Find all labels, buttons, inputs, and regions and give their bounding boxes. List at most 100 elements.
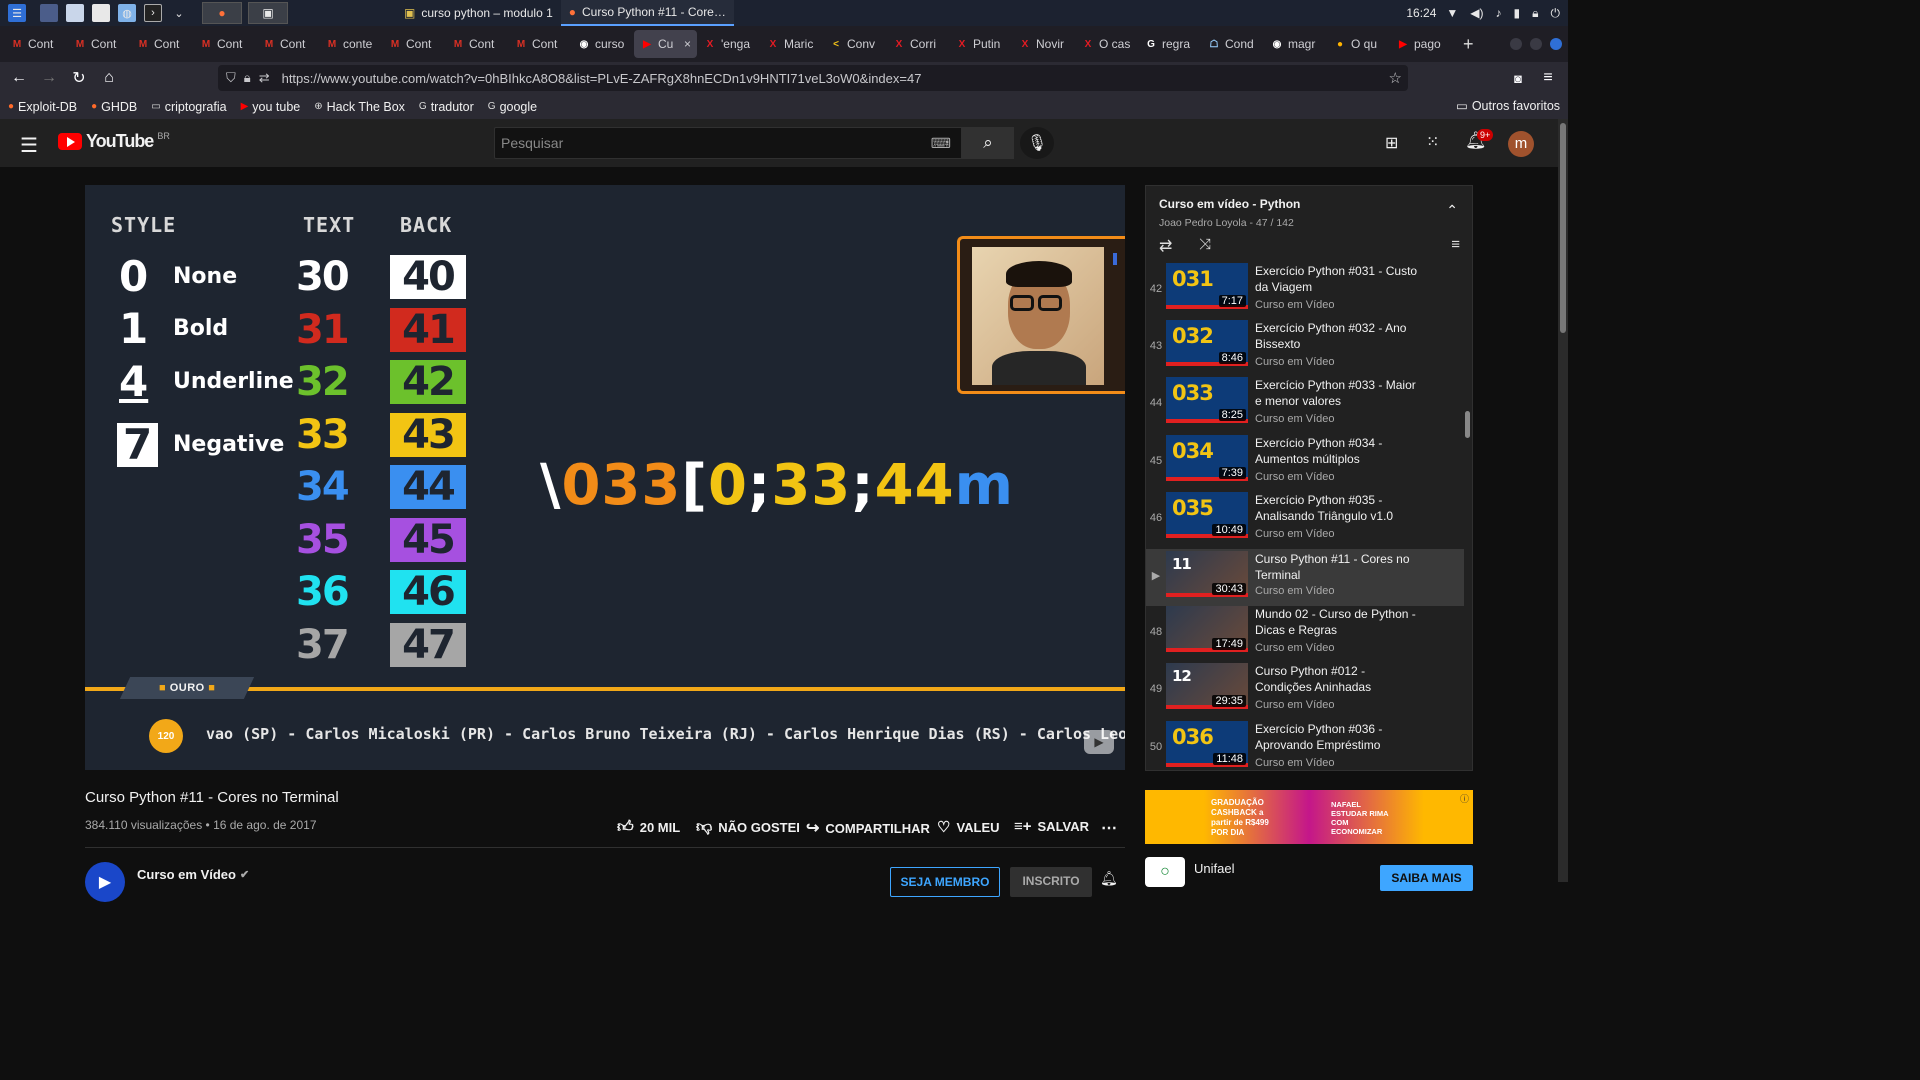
browser-tab[interactable]: M Cont bbox=[256, 30, 319, 58]
thanks-button[interactable]: ♡ VALEU bbox=[937, 818, 1000, 836]
browser-tab[interactable]: ◉ magr bbox=[1264, 30, 1327, 58]
close-tab-icon[interactable]: × bbox=[684, 37, 691, 51]
bookmark-item[interactable]: ● Exploit-DB bbox=[8, 100, 77, 114]
playlist-thumbnail[interactable]: 11 30:43 bbox=[1166, 551, 1248, 597]
browser-globe-icon[interactable]: ◍ bbox=[118, 4, 136, 22]
document-viewer-icon[interactable] bbox=[92, 4, 110, 22]
playlist-item[interactable]: 49 12 29:35 Curso Python #012 - Condições A… bbox=[1146, 663, 1464, 720]
volume-icon[interactable]: ◀) bbox=[1470, 6, 1483, 20]
browser-tab[interactable]: < Conv bbox=[823, 30, 886, 58]
browser-tab[interactable]: ▶ Cu × bbox=[634, 30, 697, 58]
files-icon[interactable] bbox=[66, 4, 84, 22]
browser-tab[interactable]: M Cont bbox=[130, 30, 193, 58]
browser-tab[interactable]: M Cont bbox=[508, 30, 571, 58]
playlist-thumbnail[interactable]: 036 11:48 bbox=[1166, 720, 1248, 767]
wifi-icon[interactable]: ▼ bbox=[1446, 6, 1458, 20]
like-button[interactable]: 👍︎ 20 MIL bbox=[617, 818, 680, 837]
browser-tab[interactable]: ☖ Cond bbox=[1201, 30, 1264, 58]
bookmark-item[interactable]: ⊕ Hack The Box bbox=[314, 100, 405, 114]
terminal-icon[interactable]: › bbox=[144, 4, 162, 22]
bookmark-star-icon[interactable]: ☆ bbox=[1389, 69, 1402, 87]
youtube-watermark-icon[interactable]: ▶ bbox=[1084, 730, 1114, 754]
back-button[interactable]: ← bbox=[4, 64, 34, 92]
playlist-scrollbar-thumb[interactable] bbox=[1465, 411, 1470, 438]
firefox-app-button[interactable]: ● bbox=[202, 2, 242, 24]
create-video-icon[interactable]: ⊞ bbox=[1385, 133, 1398, 153]
browser-tab[interactable]: X O cas bbox=[1075, 30, 1138, 58]
notifications-button[interactable]: 🔔︎ 9+ bbox=[1465, 129, 1494, 151]
playlist-item[interactable]: 45 034 7:39 Exercício Python #034 - Aumento… bbox=[1146, 434, 1464, 492]
playlist-item[interactable]: 50 036 11:48 Exercício Python #036 - Aprova… bbox=[1146, 720, 1464, 770]
search-button[interactable]: ⌕ bbox=[962, 127, 1014, 159]
playlist-thumbnail[interactable]: 032 8:46 bbox=[1166, 320, 1248, 367]
browser-tab[interactable]: M Cont bbox=[445, 30, 508, 58]
forward-button[interactable]: → bbox=[34, 64, 64, 92]
browser-tab[interactable]: X Putin bbox=[949, 30, 1012, 58]
lock-icon[interactable]: 🔒︎ bbox=[1532, 6, 1538, 21]
desktop-icon[interactable] bbox=[40, 4, 58, 22]
page-scrollbar-thumb[interactable] bbox=[1560, 123, 1566, 333]
browser-tab[interactable]: X Corri bbox=[886, 30, 949, 58]
channel-avatar[interactable]: ▶ bbox=[85, 862, 125, 902]
ad-info-icon[interactable]: ⓘ bbox=[1460, 792, 1469, 805]
more-actions-button[interactable]: ⋯ bbox=[1101, 818, 1117, 838]
playlist-item[interactable]: 44 033 8:25 Exercício Python #033 - Maior e… bbox=[1146, 377, 1464, 434]
app-menu-icon[interactable]: ☰ bbox=[8, 4, 26, 22]
playlist-thumbnail[interactable]: 031 7:17 bbox=[1166, 263, 1248, 309]
channel-name-row[interactable]: Curso em Vídeo ✔ bbox=[137, 867, 249, 882]
reload-button[interactable]: ↻ bbox=[64, 64, 94, 92]
youtube-logo[interactable]: YouTube BR bbox=[58, 131, 170, 152]
playlist-thumbnail[interactable]: 035 10:49 bbox=[1166, 491, 1248, 538]
shuffle-icon[interactable]: ⤨ bbox=[1199, 236, 1211, 253]
apps-grid-icon[interactable]: ⁙ bbox=[1426, 132, 1439, 152]
playlist-item[interactable]: ▶ 11 30:43 Curso Python #11 - Cores no Term… bbox=[1146, 549, 1464, 606]
hamburger-icon[interactable]: ☰ bbox=[20, 133, 38, 158]
bookmark-item[interactable]: ▶ you tube bbox=[241, 100, 301, 114]
playlist-thumbnail[interactable]: 033 8:25 bbox=[1166, 377, 1248, 424]
playlist-item[interactable]: 48 17:49 Mundo 02 - Curso de Python - Dica… bbox=[1146, 606, 1464, 663]
subscribed-button[interactable]: INSCRITO bbox=[1010, 867, 1092, 897]
window-controls[interactable] bbox=[1510, 38, 1562, 50]
ad-banner[interactable]: GRADUAÇÃO CASHBACK a partir de R$499 POR… bbox=[1145, 790, 1473, 844]
pocket-icon[interactable]: ◙ bbox=[1503, 64, 1533, 92]
power-icon[interactable]: ⏻ bbox=[1551, 6, 1561, 21]
shield-icon[interactable]: ⛉ bbox=[226, 70, 236, 86]
avatar[interactable]: m bbox=[1508, 131, 1534, 157]
playlist-thumbnail[interactable]: 034 7:39 bbox=[1166, 434, 1248, 481]
bell-icon[interactable]: ♪ bbox=[1496, 6, 1502, 20]
share-button[interactable]: ↪ COMPARTILHAR bbox=[806, 818, 930, 838]
browser-tab[interactable]: M Cont bbox=[67, 30, 130, 58]
bookmark-item[interactable]: Gtradutor bbox=[419, 100, 474, 114]
notification-bell-icon[interactable]: 🔔︎ bbox=[1100, 870, 1118, 887]
browser-tab[interactable]: M Cont bbox=[193, 30, 256, 58]
dislike-button[interactable]: 👎︎ NÃO GOSTEI bbox=[696, 818, 800, 837]
voice-search-button[interactable]: 🎙︎ bbox=[1020, 127, 1054, 159]
loop-icon[interactable]: ⇄ bbox=[1159, 236, 1172, 256]
video-player[interactable]: STYLE TEXT BACK 0 None 1 Bold 4 Underline 7 Neg… bbox=[85, 185, 1125, 770]
browser-tab[interactable]: ▶ pago bbox=[1390, 30, 1453, 58]
playlist-item[interactable]: 43 032 8:46 Exercício Python #032 - Ano Bis… bbox=[1146, 320, 1464, 377]
playlist-thumbnail[interactable]: 12 29:35 bbox=[1166, 663, 1248, 710]
bookmark-item[interactable]: Ggoogle bbox=[488, 100, 537, 114]
playlist-thumbnail[interactable]: 17:49 bbox=[1166, 606, 1248, 653]
learn-more-button[interactable]: SAIBA MAIS bbox=[1380, 865, 1473, 891]
taskbar-window-firefox[interactable]: ● Curso Python #11 - Core… bbox=[560, 0, 734, 26]
browser-tab[interactable]: X Novir bbox=[1012, 30, 1075, 58]
browser-tab[interactable]: ● O qu bbox=[1327, 30, 1390, 58]
new-tab-button[interactable]: + bbox=[1463, 34, 1474, 55]
browser-tab[interactable]: X 'enga bbox=[697, 30, 760, 58]
taskbar-window-editor[interactable]: ▣ curso python – modulo 1 bbox=[396, 0, 561, 26]
bookmark-item[interactable]: ▭ criptografia bbox=[151, 100, 226, 114]
browser-tab[interactable]: Mconte bbox=[319, 30, 382, 58]
playlist-menu-icon[interactable]: ≡ bbox=[1451, 236, 1460, 253]
save-button[interactable]: ≡+ SALVAR bbox=[1014, 818, 1089, 835]
other-bookmarks[interactable]: ▭ Outros favoritos bbox=[1456, 98, 1560, 114]
browser-tab[interactable]: Gregra bbox=[1138, 30, 1201, 58]
battery-icon[interactable]: ▮ bbox=[1514, 6, 1521, 20]
keyboard-icon[interactable]: ⌨ bbox=[931, 135, 951, 152]
menu-icon[interactable]: ≡ bbox=[1533, 64, 1563, 92]
collapse-chevron-icon[interactable]: ⌃ bbox=[1446, 202, 1458, 219]
permissions-icon[interactable]: ⇄ bbox=[259, 70, 270, 86]
join-button[interactable]: SEJA MEMBRO bbox=[890, 867, 1000, 897]
url-bar[interactable]: ⛉ 🔒︎ ⇄ https://www.youtube.com/watch?v=0… bbox=[218, 65, 1408, 91]
